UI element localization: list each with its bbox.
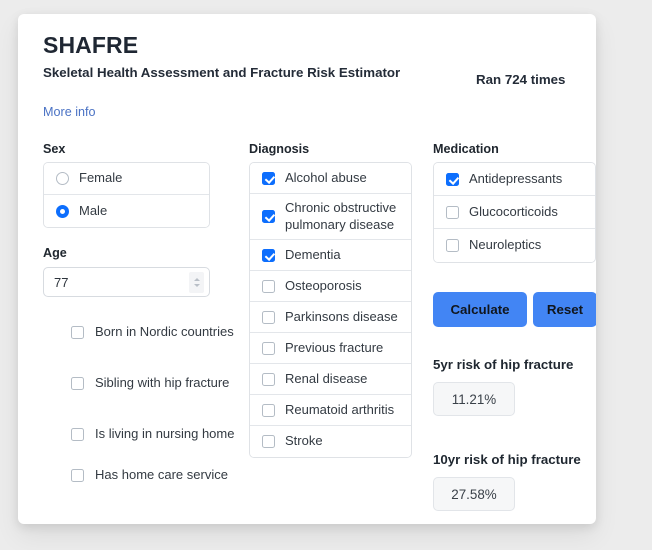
checkbox-icon [71, 427, 84, 441]
page-title: SHAFRE [43, 32, 139, 58]
age-section-title: Age [43, 246, 67, 260]
diagnosis-item-alcohol-abuse[interactable]: Alcohol abuse [250, 163, 411, 194]
number-stepper[interactable] [189, 272, 204, 293]
more-info-link[interactable]: More info [43, 105, 96, 119]
risk-factor-label: Is living in nursing home [95, 425, 235, 441]
risk-5yr-label: 5yr risk of hip fracture [433, 357, 574, 372]
diagnosis-item-previous-fracture[interactable]: Previous fracture [250, 333, 411, 365]
medication-item-label: Antidepressants [469, 170, 563, 186]
diagnosis-option-list: Alcohol abuse Chronic obstructive pulmon… [249, 162, 412, 459]
page-background: SHAFRE Skeletal Health Assessment and Fr… [0, 0, 652, 550]
checkbox-icon [71, 376, 84, 390]
diagnosis-item-osteoporosis[interactable]: Osteoporosis [250, 271, 411, 303]
chevron-down-icon[interactable] [193, 283, 200, 287]
diagnosis-section-title: Diagnosis [249, 142, 310, 156]
reset-button[interactable]: Reset [533, 292, 596, 327]
diagnosis-item-label: Renal disease [285, 370, 368, 386]
risk-factor-list: Born in Nordic countries Sibling with hi… [43, 312, 238, 485]
sex-option-label: Female [79, 170, 123, 186]
app-card: SHAFRE Skeletal Health Assessment and Fr… [18, 14, 596, 524]
medication-item-neuroleptics[interactable]: Neuroleptics [434, 229, 595, 262]
diagnosis-item-label: Parkinsons disease [285, 308, 398, 324]
diagnosis-item-label: Dementia [285, 246, 341, 262]
sex-option-female[interactable]: Female [44, 163, 209, 195]
sex-section-title: Sex [43, 142, 66, 156]
checkbox-icon [262, 310, 275, 324]
sex-option-label: Male [79, 202, 108, 218]
risk-factor-label: Sibling with hip fracture [95, 374, 230, 390]
medication-item-antidepressants[interactable]: Antidepressants [434, 163, 595, 196]
checkbox-checked-icon [262, 171, 275, 185]
chevron-up-icon[interactable] [193, 278, 200, 282]
checkbox-checked-icon [262, 210, 275, 224]
run-count: Ran 724 times [476, 72, 566, 87]
risk-factor-nursing-home[interactable]: Is living in nursing home [43, 414, 238, 454]
medication-item-label: Glucocorticoids [469, 203, 558, 219]
checkbox-checked-icon [262, 248, 275, 262]
risk-factor-label: Has home care service [95, 466, 228, 482]
age-input-value: 77 [54, 274, 69, 290]
checkbox-icon [262, 403, 275, 417]
diagnosis-item-label: Previous fracture [285, 339, 384, 355]
calculate-button[interactable]: Calculate [433, 292, 527, 327]
age-input[interactable]: 77 [43, 267, 210, 297]
diagnosis-item-label: Chronic obstructive pulmonary disease [285, 200, 397, 232]
diagnosis-item-label: Stroke [285, 433, 323, 449]
risk-factor-home-care-service[interactable]: Has home care service [43, 465, 238, 485]
diagnosis-item-label: Alcohol abuse [285, 169, 367, 185]
sex-option-list: Female Male [43, 162, 210, 228]
diagnosis-item-renal-disease[interactable]: Renal disease [250, 364, 411, 396]
checkbox-icon [262, 341, 275, 355]
checkbox-icon [262, 372, 275, 386]
card-inner: SHAFRE Skeletal Health Assessment and Fr… [18, 14, 596, 524]
checkbox-icon [446, 239, 459, 252]
medication-item-label: Neuroleptics [469, 237, 542, 253]
radio-icon [56, 172, 69, 185]
sex-option-male[interactable]: Male [44, 195, 209, 227]
checkbox-icon [262, 435, 275, 449]
risk-5yr-value: 11.21% [433, 382, 515, 416]
risk-factor-born-nordic[interactable]: Born in Nordic countries [43, 312, 238, 352]
risk-10yr-label: 10yr risk of hip fracture [433, 452, 581, 467]
diagnosis-item-stroke[interactable]: Stroke [250, 426, 411, 458]
medication-item-glucocorticoids[interactable]: Glucocorticoids [434, 196, 595, 229]
diagnosis-item-reumatoid-arthritis[interactable]: Reumatoid arthritis [250, 395, 411, 427]
page-subtitle: Skeletal Health Assessment and Fracture … [43, 65, 401, 80]
medication-section-title: Medication [433, 142, 499, 156]
checkbox-icon [71, 468, 84, 482]
checkbox-icon [262, 279, 275, 293]
risk-10yr-value: 27.58% [433, 477, 515, 511]
diagnosis-item-dementia[interactable]: Dementia [250, 240, 411, 272]
medication-option-list: Antidepressants Glucocorticoids Neurolep… [433, 162, 596, 263]
checkbox-icon [446, 205, 459, 219]
risk-factor-sibling-hip-fracture[interactable]: Sibling with hip fracture [43, 363, 238, 403]
diagnosis-item-parkinsons-disease[interactable]: Parkinsons disease [250, 302, 411, 334]
risk-factor-label: Born in Nordic countries [95, 323, 234, 339]
checkbox-checked-icon [446, 172, 459, 186]
diagnosis-item-copd[interactable]: Chronic obstructive pulmonary disease [250, 194, 411, 241]
diagnosis-item-label: Osteoporosis [285, 277, 362, 293]
diagnosis-item-label: Reumatoid arthritis [285, 401, 395, 417]
checkbox-icon [71, 325, 84, 339]
radio-selected-icon [56, 204, 69, 218]
